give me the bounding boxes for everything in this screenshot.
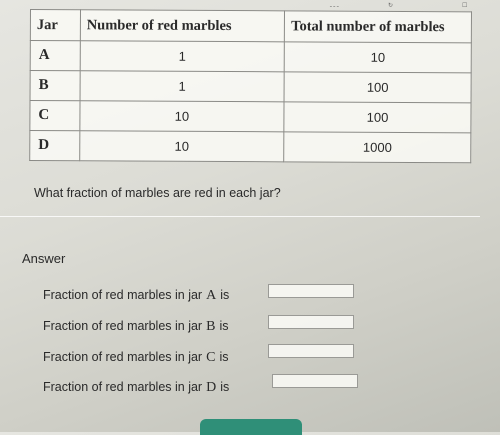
section-divider [0, 216, 480, 217]
total-cell: 10 [284, 41, 472, 73]
table-row: C 10 100 [29, 100, 472, 133]
answer-prefix: Fraction of red marbles in jar [43, 380, 203, 394]
answer-input-b[interactable] [268, 315, 354, 329]
jar-cell: D [29, 130, 80, 161]
answer-input-a[interactable] [268, 284, 354, 298]
checkbox-icon[interactable]: ☐ [462, 2, 467, 9]
answer-heading: Answer [22, 251, 66, 266]
jar-cell: B [30, 70, 80, 101]
jar-cell: A [30, 40, 81, 71]
red-cell: 10 [79, 100, 285, 132]
answer-row-c: Fraction of red marbles in jar Cis [43, 350, 228, 366]
answer-row-d: Fraction of red marbles in jar Dis [43, 380, 229, 396]
header-total-marbles: Total number of marbles [284, 10, 472, 43]
red-cell: 1 [79, 70, 285, 102]
table-row: B 1 100 [30, 70, 472, 103]
answer-jar-letter: C [206, 350, 216, 365]
answer-jar-letter: D [206, 380, 217, 395]
tab-glyphs: ـ ـ ـ [330, 3, 339, 9]
table-row: A 1 10 [30, 40, 472, 73]
header-jar: Jar [30, 9, 81, 41]
answer-prefix: Fraction of red marbles in jar [43, 288, 203, 302]
reload-icon[interactable]: ↻ [388, 2, 393, 9]
answer-suffix: is [219, 350, 229, 364]
red-cell: 10 [79, 130, 285, 162]
jar-cell: C [29, 100, 80, 131]
total-cell: 100 [284, 71, 472, 103]
table-header-row: Jar Number of red marbles Total number o… [30, 9, 472, 43]
answer-prefix: Fraction of red marbles in jar [43, 319, 203, 333]
red-cell: 1 [79, 40, 285, 72]
answer-prefix: Fraction of red marbles in jar [43, 350, 203, 364]
answer-suffix: is [220, 288, 230, 302]
answer-row-a: Fraction of red marbles in jar Ais [43, 288, 229, 304]
answer-input-c[interactable] [268, 344, 354, 358]
total-cell: 1000 [283, 131, 471, 163]
answer-input-d[interactable] [272, 374, 358, 388]
answer-suffix: is [220, 380, 230, 394]
answer-jar-letter: B [206, 319, 216, 334]
answer-jar-letter: A [206, 288, 217, 303]
answer-suffix: is [219, 319, 229, 333]
header-red-marbles: Number of red marbles [80, 9, 285, 42]
question-text: What fraction of marbles are red in each… [34, 186, 281, 200]
table-row: D 10 1000 [29, 130, 471, 163]
total-cell: 100 [284, 101, 472, 133]
marbles-table: Jar Number of red marbles Total number o… [29, 9, 472, 164]
answer-row-b: Fraction of red marbles in jar Bis [43, 319, 228, 335]
submit-button[interactable] [200, 419, 302, 435]
